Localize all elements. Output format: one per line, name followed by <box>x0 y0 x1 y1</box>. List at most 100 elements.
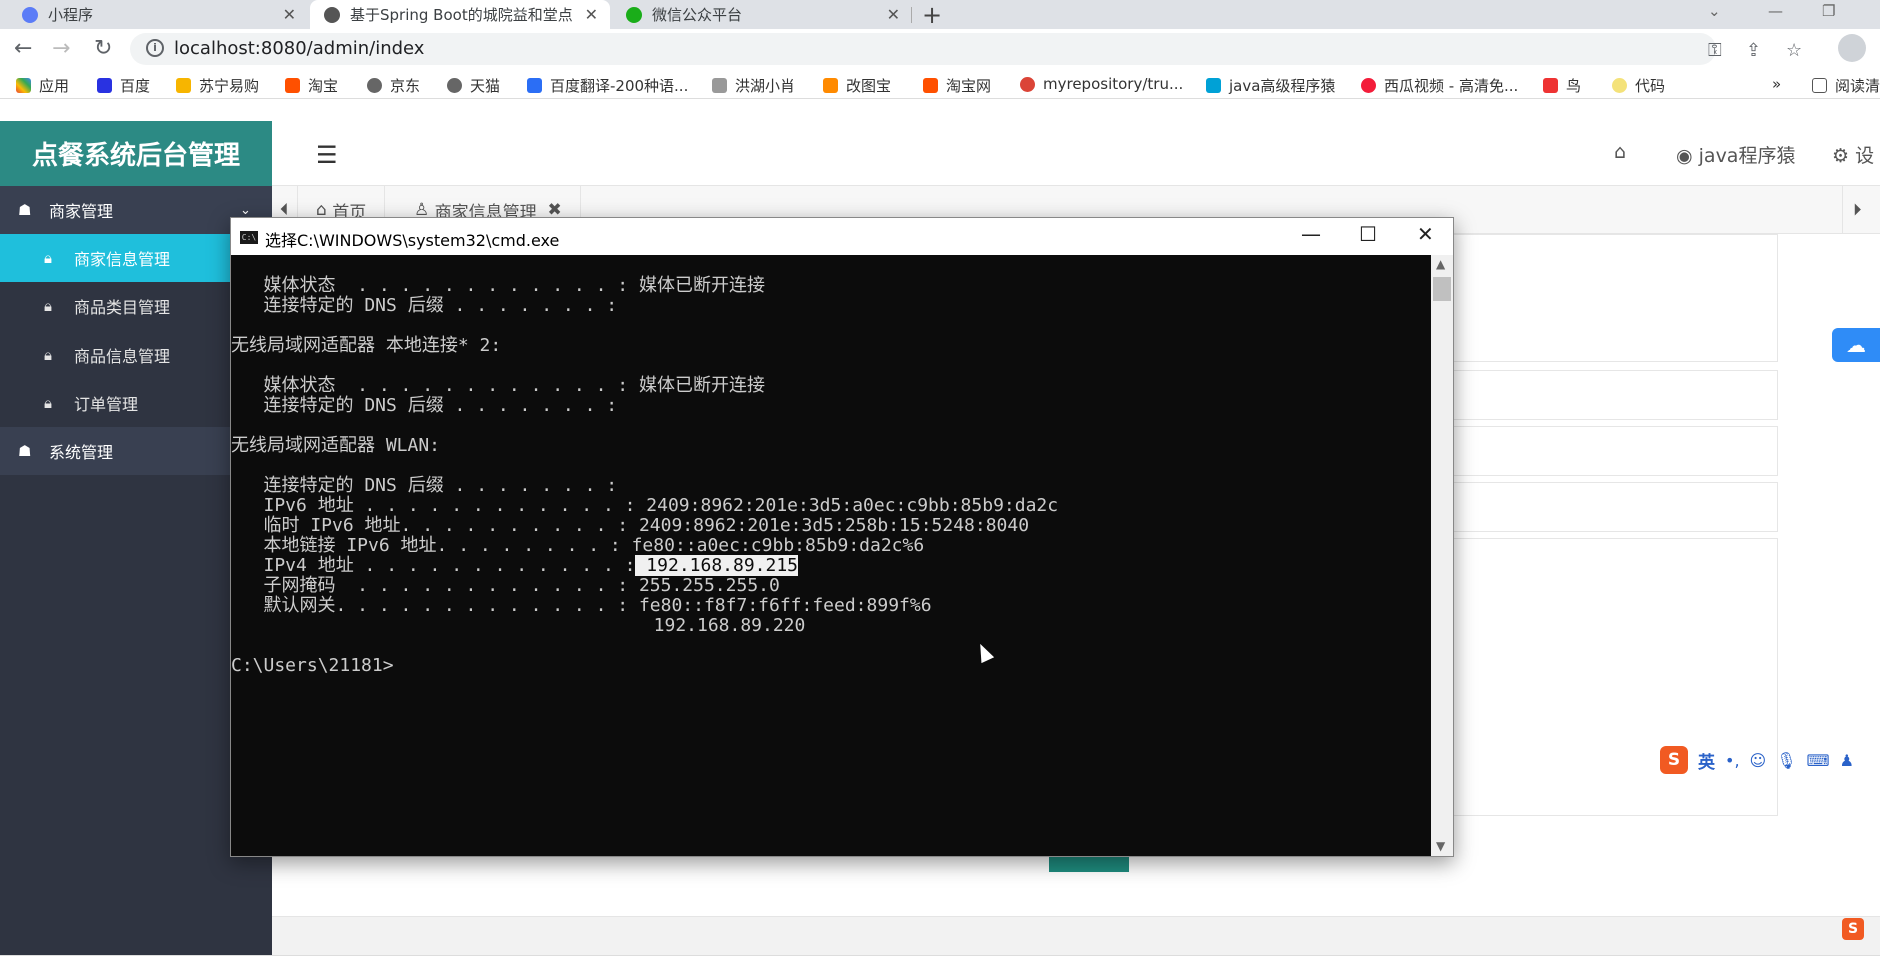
scroll-up-icon[interactable]: ▲ <box>1436 257 1445 271</box>
close-icon[interactable]: ✕ <box>1417 222 1434 246</box>
suning-icon <box>176 78 191 93</box>
back-icon[interactable]: ← <box>14 36 32 61</box>
skin-icon[interactable]: ♟ <box>1840 751 1854 770</box>
browser-tab-bar: 小程序 ✕ 基于Spring Boot的城院益和堂点 ✕ 微信公众平台 ✕ + … <box>0 0 1880 29</box>
new-tab-button[interactable]: + <box>922 1 942 29</box>
console-prompt: C:\Users\21181> <box>231 655 394 676</box>
gear-icon: ⚙ <box>1832 145 1850 167</box>
cmd-scrollbar[interactable]: ▲ ▼ <box>1431 255 1453 856</box>
form-field-box[interactable] <box>1452 426 1778 476</box>
lock-icon: 🔒︎ <box>44 346 52 364</box>
address-bar[interactable]: i localhost:8080/admin/index ⚿ ⇪ ☆ <box>130 33 1802 65</box>
user-menu[interactable]: ◉ java程序猿 <box>1676 141 1795 168</box>
cmd-titlebar[interactable]: C:\ 选择C:\WINDOWS\system32\cmd.exe — ☐ ✕ <box>231 218 1453 255</box>
bookmark-xigua[interactable]: 西瓜视频 - 高清免... <box>1361 75 1518 96</box>
globe-icon <box>447 78 462 93</box>
taobao-icon <box>923 78 938 93</box>
lock-icon: 🔒︎ <box>44 249 52 267</box>
settings-menu[interactable]: ⚙ 设 <box>1832 141 1874 168</box>
cmd-title: 选择C:\WINDOWS\system32\cmd.exe <box>265 231 560 250</box>
share-icon[interactable]: ⇪ <box>1746 40 1761 61</box>
brand-title: 点餐系统后台管理 <box>0 121 272 186</box>
bookmark-taobao[interactable]: 淘宝 <box>285 75 338 96</box>
browser-tab-springboot[interactable]: 基于Spring Boot的城院益和堂点 ✕ <box>310 0 610 29</box>
close-icon[interactable]: ✕ <box>585 5 598 24</box>
console-line: 无线局域网适配器 WLAN: <box>231 435 441 456</box>
bookmark-bird[interactable]: 鸟 <box>1543 75 1581 96</box>
scroll-down-icon[interactable]: ▼ <box>1436 839 1445 853</box>
browser-toolbar: ← → ↻ i localhost:8080/admin/index ⚿ ⇪ ☆ <box>0 29 1880 69</box>
bookmark-taobaowang[interactable]: 淘宝网 <box>923 75 991 96</box>
tab-label: 微信公众平台 <box>652 6 743 24</box>
admin-topbar: ☰ ⌂ ◉ java程序猿 ⚙ 设 <box>272 121 1880 186</box>
profile-avatar[interactable] <box>1838 34 1866 62</box>
wechat-icon <box>626 6 642 23</box>
translate-icon <box>527 78 542 93</box>
bookmark-apps[interactable]: 应用 <box>16 75 69 96</box>
sogou-logo[interactable]: S <box>1660 746 1688 774</box>
form-field-box[interactable] <box>1452 370 1778 420</box>
selected-ipv4-value[interactable]: 192.168.89.215 <box>635 555 799 576</box>
reading-list[interactable]: 阅读清 <box>1812 75 1880 96</box>
scroll-thumb[interactable] <box>1433 277 1451 301</box>
tab-separator <box>911 7 912 23</box>
form-field-box[interactable] <box>1452 234 1778 362</box>
microphone-icon[interactable]: 🎙︎ <box>1776 751 1796 770</box>
close-icon[interactable]: ✕ <box>283 5 296 24</box>
bookmark-suning[interactable]: 苏宁易购 <box>176 75 259 96</box>
browser-tab-miniprogram[interactable]: 小程序 ✕ <box>8 0 308 29</box>
console-line: 默认网关. . . . . . . . . . . . . : fe80::f8… <box>231 595 932 616</box>
sitemap-icon: ☗ <box>18 201 32 219</box>
xigua-icon <box>1361 78 1376 93</box>
bird-icon <box>1543 78 1558 93</box>
cmd-icon: C:\ <box>240 231 258 244</box>
tab-search-icon[interactable]: ⌄ <box>1708 2 1721 20</box>
bookmark-baidu[interactable]: 百度 <box>97 75 150 96</box>
console-line: 临时 IPv6 地址. . . . . . . . . . : 2409:896… <box>231 515 1030 536</box>
bookmark-fanyi[interactable]: 百度翻译-200种语... <box>527 75 688 96</box>
bookmark-code[interactable]: 代码 <box>1612 75 1665 96</box>
console-line-ipv4: IPv4 地址 . . . . . . . . . . . . : 192.16… <box>231 555 799 576</box>
console-line: 连接特定的 DNS 后缀 . . . . . . . : <box>231 295 618 316</box>
bookmark-myrepository[interactable]: myrepository/tru... <box>1020 75 1183 93</box>
url-text[interactable]: localhost:8080/admin/index <box>174 38 424 59</box>
restore-icon[interactable]: ❐ <box>1822 2 1835 20</box>
minimize-icon[interactable]: — <box>1768 2 1783 20</box>
reload-icon[interactable]: ↻ <box>94 36 112 61</box>
maximize-icon[interactable]: ☐ <box>1359 222 1377 246</box>
bookmarks-more[interactable]: » <box>1772 75 1781 93</box>
miniprogram-icon <box>22 6 38 23</box>
home-icon[interactable]: ⌂ <box>1614 141 1626 163</box>
globe-icon <box>367 78 382 93</box>
bookmark-gaitubao[interactable]: 改图宝 <box>823 75 891 96</box>
forward-icon[interactable]: → <box>52 36 70 61</box>
keyboard-icon[interactable]: ⌨ <box>1807 751 1830 770</box>
key-icon[interactable]: ⚿ <box>1708 40 1722 61</box>
cmd-window: C:\ 选择C:\WINDOWS\system32\cmd.exe — ☐ ✕ … <box>230 217 1454 857</box>
sogou-mini-icon[interactable]: S <box>1842 918 1864 940</box>
punctuation-icon[interactable]: •, <box>1725 751 1740 770</box>
cmd-console[interactable]: 媒体状态 . . . . . . . . . . . . : 媒体已断开连接 连… <box>231 255 1431 856</box>
bookmark-tmall[interactable]: 天猫 <box>447 75 500 96</box>
console-line: IPv6 地址 . . . . . . . . . . . . : 2409:8… <box>231 495 1059 516</box>
close-icon[interactable]: ✕ <box>887 5 900 24</box>
bookmark-jd[interactable]: 京东 <box>367 75 420 96</box>
cloud-icon[interactable]: ☁ <box>1832 328 1880 362</box>
bilibili-icon <box>1206 78 1221 93</box>
lock-icon: 🔒︎ <box>44 297 52 315</box>
menu-toggle-icon[interactable]: ☰ <box>316 141 338 169</box>
console-line: 媒体状态 . . . . . . . . . . . . : 媒体已断开连接 <box>231 275 765 296</box>
star-icon[interactable]: ☆ <box>1786 40 1802 61</box>
console-line: 192.168.89.220 <box>231 615 806 636</box>
bookmark-java[interactable]: java高级程序猿 <box>1206 75 1335 96</box>
info-icon[interactable]: i <box>146 39 164 57</box>
bookmark-honghu[interactable]: 洪湖小肖 <box>712 75 795 96</box>
minimize-icon[interactable]: — <box>1301 222 1321 246</box>
ime-mode[interactable]: 英 <box>1698 748 1715 773</box>
form-field-box[interactable] <box>1452 482 1778 532</box>
emoji-icon[interactable]: ☺ <box>1750 751 1767 770</box>
tabs-scroll-right-icon[interactable]: ⏵ <box>1842 186 1872 234</box>
browser-tab-wechat[interactable]: 微信公众平台 ✕ <box>612 0 912 29</box>
console-line: 连接特定的 DNS 后缀 . . . . . . . : <box>231 395 618 416</box>
console-line: 媒体状态 . . . . . . . . . . . . : 媒体已断开连接 <box>231 375 765 396</box>
